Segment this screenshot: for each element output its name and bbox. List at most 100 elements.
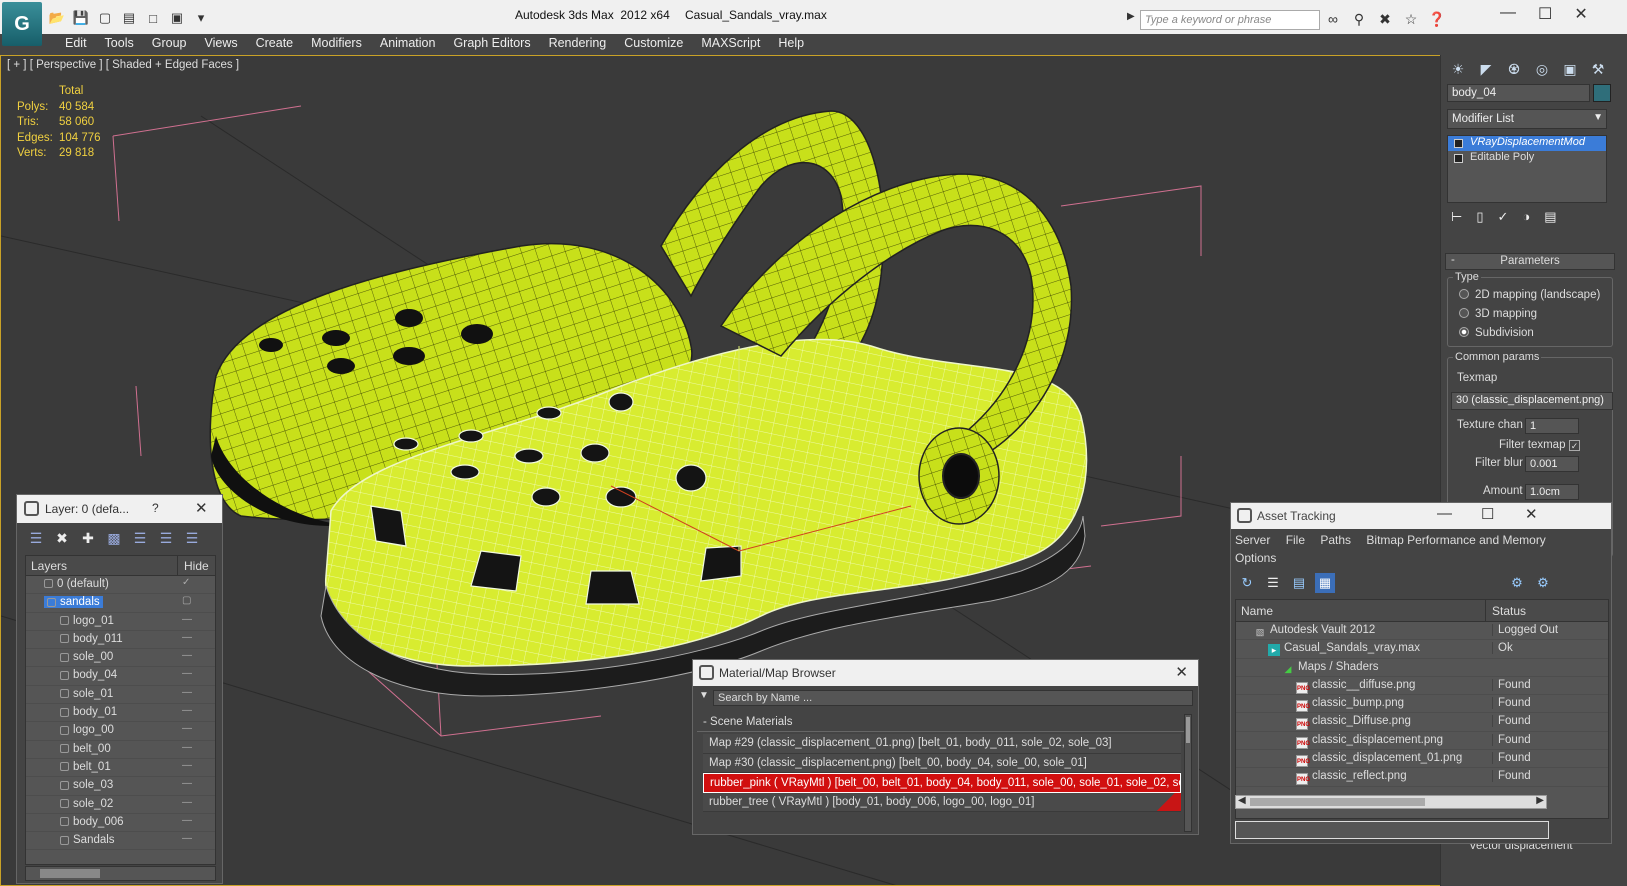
asset-row[interactable]: PNG classic_displacement_01.png Found <box>1236 750 1608 769</box>
image-view-icon[interactable]: ▤ <box>1289 573 1309 593</box>
layer-row[interactable]: belt_00— <box>26 741 215 759</box>
maximize-icon[interactable]: ☐ <box>1538 4 1552 24</box>
hide-toggle[interactable]: — <box>182 723 194 734</box>
menu-bitmap-performance[interactable]: Bitmap Performance and Memory <box>1366 533 1545 547</box>
motion-tab-icon[interactable]: ◎ <box>1529 57 1555 81</box>
asset-row[interactable]: PNG classic_displacement.png Found <box>1236 732 1608 751</box>
expand-icon[interactable] <box>1454 154 1463 163</box>
hide-toggle[interactable]: — <box>182 833 194 844</box>
texture-chan-spinner[interactable]: 1 <box>1525 418 1579 434</box>
hide-all-icon[interactable]: ☰ <box>155 528 177 548</box>
vertical-scrollbar[interactable] <box>1184 714 1192 832</box>
hide-toggle[interactable]: — <box>182 705 194 716</box>
pin-stack-icon[interactable]: ⊢ <box>1451 209 1462 231</box>
scrollbar-thumb[interactable] <box>1250 798 1425 806</box>
column-name[interactable]: Name <box>1236 600 1486 621</box>
vault-login-icon[interactable]: ⚙ <box>1533 573 1553 593</box>
menu-rendering[interactable]: Rendering <box>540 34 616 54</box>
menu-options[interactable]: Options <box>1235 551 1276 565</box>
viewport-label[interactable]: [ + ] [ Perspective ] [ Shaded + Edged F… <box>7 59 239 71</box>
material-search-input[interactable]: Search by Name ... <box>713 690 1193 706</box>
key-icon[interactable]: ⚲ <box>1349 9 1369 29</box>
hide-toggle[interactable]: — <box>182 760 194 771</box>
menu-edit[interactable]: Edit <box>56 34 96 54</box>
column-hide[interactable]: Hide <box>178 556 215 575</box>
texmap-button[interactable]: 30 (classic_displacement.png) <box>1451 392 1613 410</box>
delete-layer-icon[interactable]: ✖ <box>51 528 73 548</box>
asset-row[interactable]: PNG classic_reflect.png Found <box>1236 768 1608 787</box>
help-icon[interactable]: ❓ <box>1427 9 1447 29</box>
refresh-icon[interactable]: ↻ <box>1237 573 1257 593</box>
make-unique-icon[interactable]: ✓ <box>1497 209 1508 231</box>
show-end-result-icon[interactable]: ▯ <box>1476 209 1483 231</box>
layer-row[interactable]: sole_01— <box>26 686 215 705</box>
filter-texmap-checkbox[interactable]: ✓ <box>1569 440 1580 451</box>
menu-views[interactable]: Views <box>195 34 246 54</box>
close-icon[interactable]: ✕ <box>1175 663 1188 681</box>
minimize-icon[interactable]: — <box>1437 505 1452 522</box>
layer-row[interactable]: 0 (default) ✓ <box>26 576 215 595</box>
menu-paths[interactable]: Paths <box>1320 533 1351 547</box>
highlight-layer-icon[interactable]: ☰ <box>129 528 151 548</box>
material-browser-titlebar[interactable]: Material/Map Browser ✕ <box>693 660 1198 686</box>
table-view-icon[interactable]: ▦ <box>1315 573 1335 593</box>
menu-tools[interactable]: Tools <box>96 34 143 54</box>
radio-3d-mapping[interactable]: 3D mapping <box>1459 308 1537 320</box>
utilities-tab-icon[interactable]: ⚒ <box>1585 57 1611 81</box>
star-icon[interactable]: ☆ <box>1401 9 1421 29</box>
search-expand-icon[interactable]: ▶ <box>1127 11 1137 25</box>
layer-row[interactable]: sole_02— <box>26 796 215 814</box>
menu-group[interactable]: Group <box>143 34 196 54</box>
close-icon[interactable]: ✕ <box>195 499 208 517</box>
material-row[interactable]: Map #29 (classic_displacement_01.png) [b… <box>703 734 1181 754</box>
hide-toggle[interactable]: — <box>182 650 194 661</box>
layer-row[interactable]: belt_01— <box>26 759 215 778</box>
lightbulb-icon[interactable] <box>1454 139 1463 148</box>
remove-modifier-icon[interactable]: ◑ <box>1522 209 1530 231</box>
menu-customize[interactable]: Customize <box>615 34 692 54</box>
vault-settings-icon[interactable]: ⚙ <box>1507 573 1527 593</box>
scrollbar-thumb[interactable] <box>40 869 100 878</box>
object-name-field[interactable]: body_04 <box>1447 84 1590 102</box>
object-color-swatch[interactable] <box>1593 84 1611 102</box>
layer-row[interactable]: sole_03— <box>26 777 215 796</box>
hide-toggle[interactable]: — <box>182 797 194 808</box>
modifier-list-dropdown[interactable]: Modifier List ▼ <box>1447 109 1607 129</box>
select-objects-icon[interactable]: ▩ <box>103 528 125 548</box>
configure-sets-icon[interactable]: ▤ <box>1544 209 1556 231</box>
app-logo-button[interactable]: G <box>2 2 42 46</box>
asset-row[interactable]: PNG classic_bump.png Found <box>1236 695 1608 714</box>
menu-animation[interactable]: Animation <box>371 34 445 54</box>
menu-server[interactable]: Server <box>1235 533 1270 547</box>
menu-file[interactable]: File <box>1286 533 1305 547</box>
minimize-icon[interactable]: — <box>1500 4 1516 24</box>
material-row[interactable]: rubber_tree ( VRayMtl ) [body_01, body_0… <box>703 792 1181 812</box>
new-layer-icon[interactable]: ☰ <box>25 528 47 548</box>
layer-row[interactable]: body_01— <box>26 704 215 723</box>
hide-toggle[interactable]: ▢ <box>182 595 194 606</box>
layer-dialog-titlebar[interactable]: Layer: 0 (defa... ? ✕ <box>17 495 222 523</box>
hide-toggle[interactable]: — <box>182 614 194 625</box>
scene-materials-group[interactable]: - Scene Materials <box>697 714 1187 732</box>
list-view-icon[interactable]: ☰ <box>1263 573 1283 593</box>
hold-icon[interactable]: □ <box>142 7 164 29</box>
checkmark-icon[interactable]: ✓ <box>182 577 194 588</box>
material-row[interactable]: Map #30 (classic_displacement.png) [belt… <box>703 753 1181 773</box>
hide-toggle[interactable]: — <box>182 742 194 753</box>
asset-row[interactable]: PNG classic_Diffuse.png Found <box>1236 713 1608 732</box>
column-layers[interactable]: Layers <box>26 556 178 575</box>
asset-path-field[interactable] <box>1235 821 1549 839</box>
tools-icon[interactable]: ✖ <box>1375 9 1395 29</box>
layer-row[interactable]: logo_01— <box>26 613 215 631</box>
radio-subdivision[interactable]: Subdivision <box>1459 327 1534 339</box>
modify-tab-icon[interactable]: ◤ <box>1473 57 1499 81</box>
hide-toggle[interactable]: — <box>182 687 194 698</box>
help-button[interactable]: ? <box>152 501 159 515</box>
layer-row[interactable]: body_011— <box>26 631 215 650</box>
material-row[interactable]: rubber_pink ( VRayMtl ) [belt_00, belt_0… <box>703 773 1181 793</box>
freeze-all-icon[interactable]: ☰ <box>181 528 203 548</box>
display-tab-icon[interactable]: ▣ <box>1557 57 1583 81</box>
horizontal-scrollbar[interactable]: ◀ ▶ <box>1235 795 1547 809</box>
hide-toggle[interactable]: — <box>182 668 194 679</box>
asset-row[interactable]: ◢ Maps / Shaders <box>1236 659 1608 677</box>
